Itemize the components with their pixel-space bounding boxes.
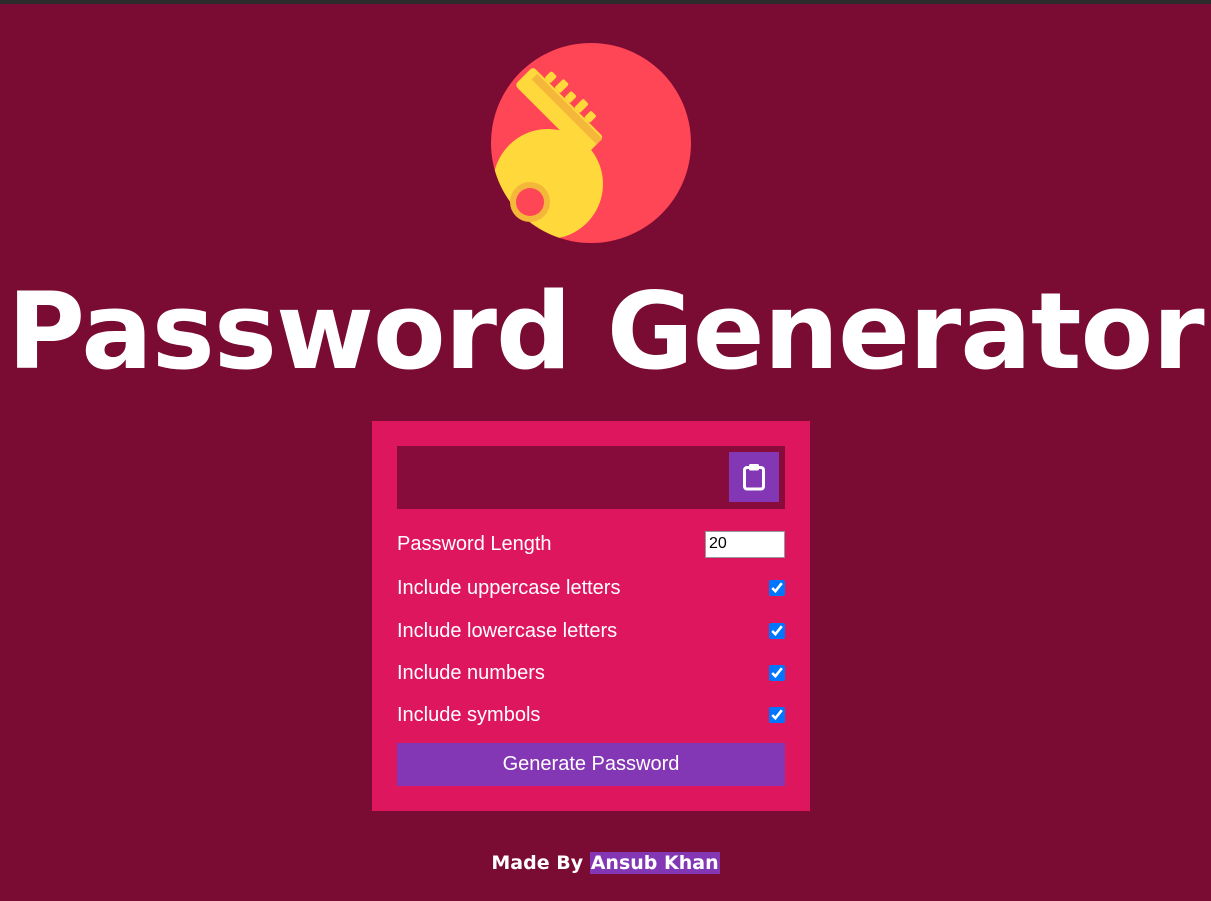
author-link[interactable]: Ansub Khan <box>589 852 720 874</box>
uppercase-checkbox[interactable] <box>769 580 785 596</box>
footer: Made By Ansub Khan <box>0 852 1211 874</box>
numbers-checkbox[interactable] <box>769 665 785 681</box>
length-label: Password Length <box>397 532 552 555</box>
setting-symbols: Include symbols <box>397 700 785 730</box>
page-title: Password Generator <box>7 270 1204 393</box>
numbers-label: Include numbers <box>397 661 545 684</box>
key-logo <box>490 42 692 244</box>
clipboard-icon <box>743 464 765 491</box>
uppercase-label: Include uppercase letters <box>397 576 621 599</box>
symbols-checkbox[interactable] <box>769 707 785 723</box>
lowercase-label: Include lowercase letters <box>397 619 618 642</box>
setting-length: Password Length <box>397 529 785 559</box>
lowercase-checkbox[interactable] <box>769 623 785 639</box>
generator-card: Password Length Include uppercase letter… <box>372 421 810 811</box>
length-input[interactable] <box>705 530 785 558</box>
symbols-label: Include symbols <box>397 703 541 726</box>
setting-numbers: Include numbers <box>397 658 785 688</box>
generate-password-button[interactable]: Generate Password <box>397 743 785 786</box>
setting-uppercase: Include uppercase letters <box>397 573 785 603</box>
setting-lowercase: Include lowercase letters <box>397 616 785 646</box>
key-icon <box>491 43 691 243</box>
made-by-text: Made By <box>491 852 584 874</box>
password-result <box>397 446 785 509</box>
copy-clipboard-button[interactable] <box>729 452 779 502</box>
